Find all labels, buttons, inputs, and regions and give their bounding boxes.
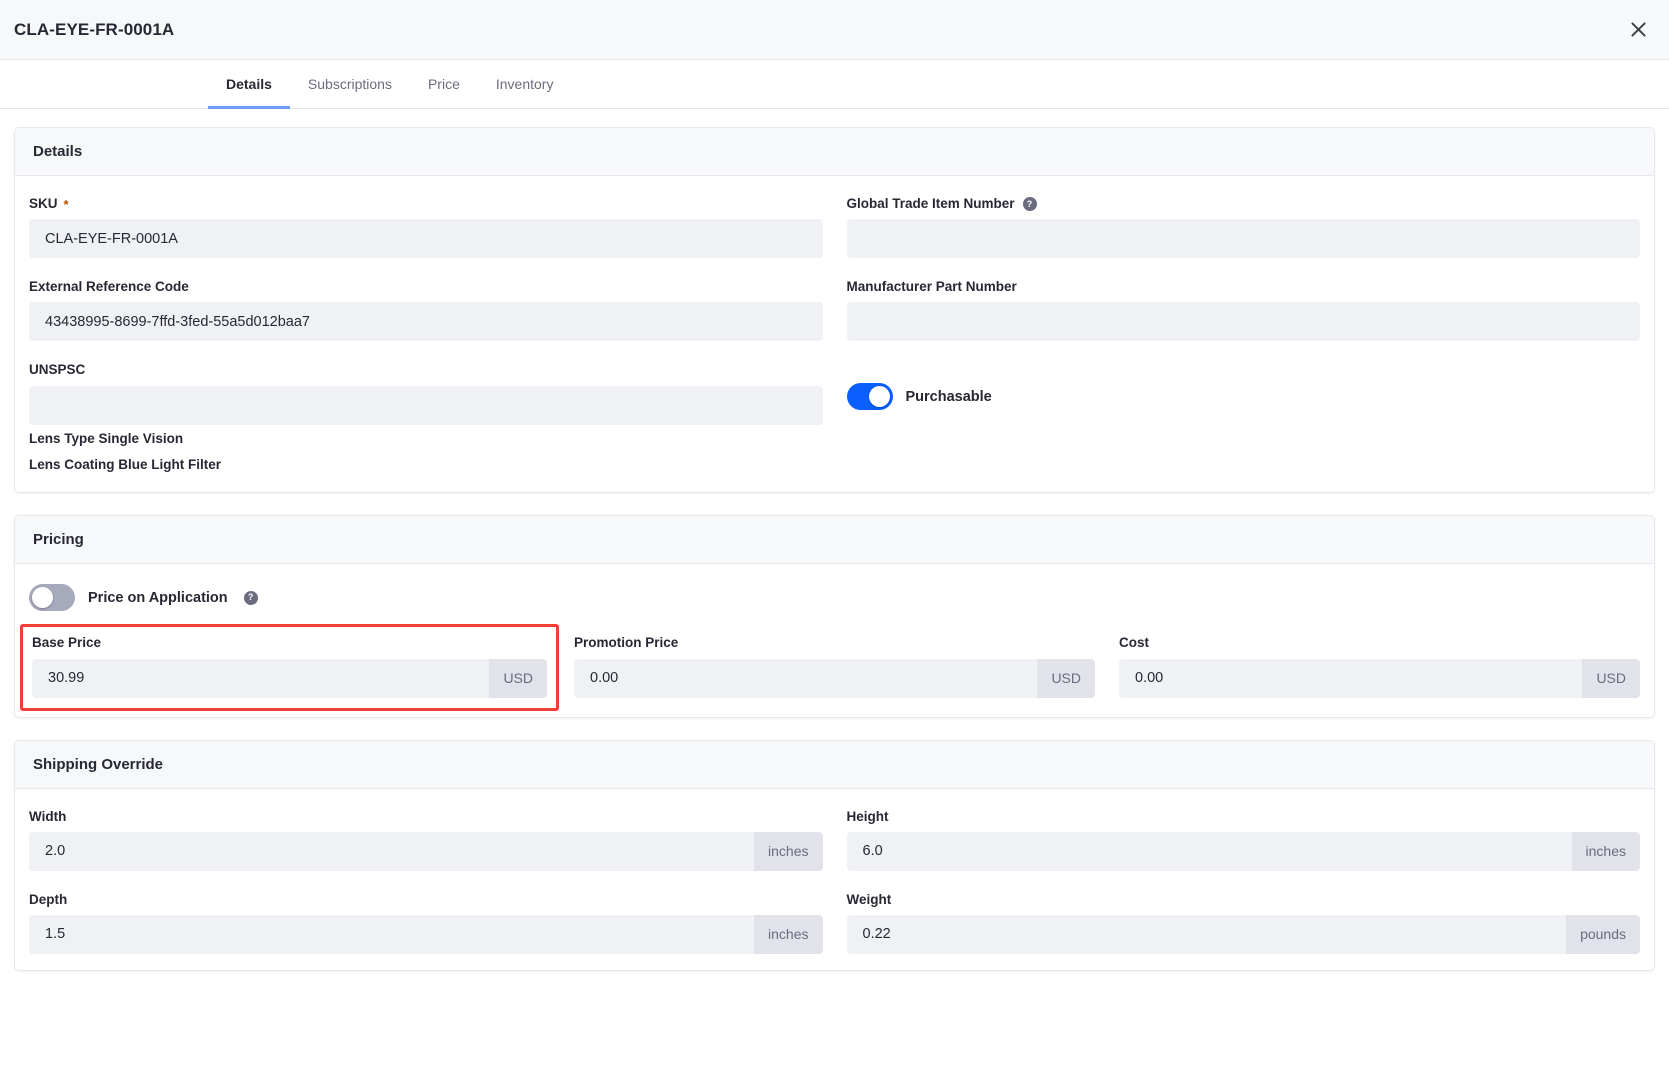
cost-input[interactable] [1119, 658, 1583, 698]
purchasable-toggle-knob [868, 386, 890, 408]
manufacturer-part-number-label-text: Manufacturer Part Number [846, 279, 1017, 295]
price-on-application-label: Price on Application [88, 589, 228, 606]
height-unit: inches [1571, 831, 1640, 871]
specification-value: Single Vision [98, 430, 184, 446]
pricing-section-title: Pricing [15, 516, 1654, 565]
specification-item: Lens Type Single Vision [29, 429, 1640, 450]
tab-details[interactable]: Details [208, 60, 290, 109]
width-input[interactable] [29, 831, 755, 871]
price-on-application-row: Price on Application ? [29, 584, 1640, 612]
tab-price-label: Price [427, 76, 460, 92]
modal-header: CLA-EYE-FR-0001A [0, 0, 1669, 60]
close-icon[interactable] [1621, 13, 1655, 47]
field-width: Width inches [29, 809, 823, 871]
shipping-override-card: Shipping Override Width inches [14, 739, 1655, 971]
base-price-unit: USD [489, 658, 547, 698]
field-external-reference-code: External Reference Code [29, 279, 823, 342]
tab-details-label: Details [226, 76, 272, 92]
width-label: Width [29, 809, 823, 825]
required-marker: * [63, 196, 69, 212]
base-price-label-text: Base Price [32, 635, 102, 651]
base-price-input[interactable] [32, 658, 490, 698]
field-height: Height inches [846, 809, 1641, 871]
depth-label-text: Depth [29, 891, 68, 907]
height-input[interactable] [846, 831, 1572, 871]
cost-unit: USD [1582, 658, 1640, 698]
shipping-override-section-title: Shipping Override [15, 740, 1654, 789]
field-sku: SKU * [29, 196, 823, 259]
specification-item: Lens Coating Blue Light Filter [29, 455, 1640, 476]
cost-label: Cost [1119, 635, 1640, 651]
promotion-price-unit: USD [1037, 658, 1095, 698]
promotion-price-label-text: Promotion Price [574, 635, 679, 651]
tab-inventory-label: Inventory [495, 76, 554, 92]
price-on-application-toggle[interactable] [29, 584, 75, 612]
base-price-highlight: Base Price USD [20, 624, 559, 711]
field-manufacturer-part-number: Manufacturer Part Number [846, 279, 1641, 342]
tab-inventory[interactable]: Inventory [478, 60, 572, 108]
height-label-text: Height [846, 808, 889, 824]
field-cost: Cost USD [1119, 635, 1640, 698]
field-promotion-price: Promotion Price USD [574, 635, 1095, 698]
sku-label-text: SKU [29, 196, 58, 211]
global-trade-item-number-label: Global Trade Item Number ? [847, 196, 1641, 212]
cost-label-text: Cost [1119, 635, 1149, 651]
weight-label: Weight [847, 892, 1641, 908]
tab-price[interactable]: Price [410, 60, 478, 108]
manufacturer-part-number-label: Manufacturer Part Number [847, 279, 1641, 295]
width-label-text: Width [29, 808, 67, 824]
field-purchasable: Purchasable [846, 362, 1641, 411]
promotion-price-label: Promotion Price [574, 635, 1095, 651]
sku-label: SKU * [29, 196, 823, 212]
depth-unit: inches [754, 914, 823, 954]
price-on-application-toggle-knob [32, 587, 53, 609]
unspsc-label: UNSPSC [29, 362, 823, 378]
field-weight: Weight pounds [846, 892, 1641, 954]
details-section-title: Details [15, 128, 1654, 176]
field-global-trade-item-number: Global Trade Item Number ? [846, 196, 1641, 259]
external-reference-code-input[interactable] [29, 302, 823, 342]
external-reference-code-label-text: External Reference Code [29, 279, 189, 295]
pricing-card: Pricing Price on Application ? Base Pric… [14, 515, 1655, 718]
depth-input[interactable] [29, 914, 755, 954]
purchasable-label: Purchasable [905, 388, 992, 405]
purchasable-toggle[interactable] [846, 383, 893, 411]
global-trade-item-number-label-text: Global Trade Item Number [846, 196, 1015, 211]
promotion-price-input[interactable] [574, 658, 1038, 698]
weight-input[interactable] [846, 914, 1567, 954]
help-icon[interactable]: ? [243, 590, 258, 605]
unspsc-label-text: UNSPSC [29, 362, 86, 378]
manufacturer-part-number-input[interactable] [846, 302, 1640, 342]
height-label: Height [847, 809, 1641, 825]
tab-subscriptions-label: Subscriptions [307, 76, 392, 92]
specification-key: Lens Type [29, 430, 95, 446]
modal-body: Details SKU * External [0, 109, 1669, 1087]
details-card: Details SKU * External [14, 127, 1655, 494]
tab-subscriptions[interactable]: Subscriptions [290, 60, 410, 108]
specification-value: Blue Light Filter [118, 457, 222, 473]
field-unspsc: UNSPSC [29, 362, 823, 425]
help-icon[interactable]: ? [1022, 197, 1037, 212]
base-price-label: Base Price [32, 635, 547, 651]
field-base-price: Base Price USD [32, 635, 547, 698]
external-reference-code-label: External Reference Code [29, 279, 823, 295]
unspsc-input[interactable] [29, 385, 823, 425]
weight-label-text: Weight [846, 891, 892, 907]
sku-input[interactable] [29, 219, 823, 259]
weight-unit: pounds [1566, 914, 1640, 954]
page-title: CLA-EYE-FR-0001A [14, 19, 175, 39]
tab-bar: Details Subscriptions Price Inventory [0, 60, 1669, 109]
width-unit: inches [754, 831, 823, 871]
global-trade-item-number-input[interactable] [846, 219, 1640, 259]
field-depth: Depth inches [29, 892, 823, 954]
specification-key: Lens Coating [29, 457, 115, 473]
depth-label: Depth [29, 892, 823, 908]
specifications-list: Lens Type Single Vision Lens Coating Blu… [29, 429, 1640, 477]
